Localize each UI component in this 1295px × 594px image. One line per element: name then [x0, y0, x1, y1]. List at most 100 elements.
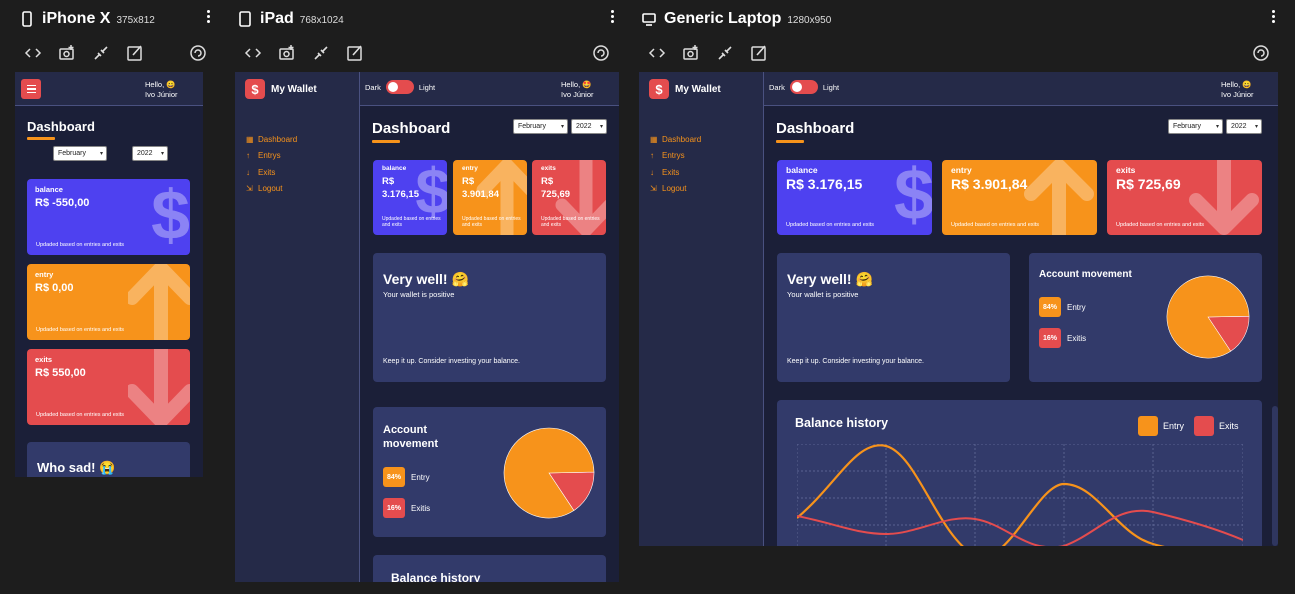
card-footnote: Updaded based on entries and exits: [36, 412, 125, 418]
theme-light-label: Light: [418, 82, 436, 92]
account-movement-box: Account movement 84% Entry 16% Exitis: [373, 407, 606, 537]
balance-history-title: Balance history: [795, 416, 889, 430]
screenshot-icon[interactable]: [58, 44, 76, 62]
theme-toggle[interactable]: Dark Light: [365, 80, 435, 94]
main-content: Dashboard February ▾ 2022 ▾ $ balance R$ 3.…: [360, 106, 619, 582]
arrow-down-icon: ↓: [246, 167, 250, 177]
balance-card: $ balance R$ 3.176,15 Updaded based on e…: [777, 160, 932, 235]
user-name: Ivo Júnior: [1221, 90, 1254, 99]
sidebar-item-entrys[interactable]: ↑ Entrys: [246, 148, 297, 165]
brand-name: My Wallet: [675, 83, 721, 95]
month-select[interactable]: February ▾: [1168, 119, 1223, 134]
card-footnote: Updaded based on entries and exits: [462, 216, 521, 228]
vertical-scrollbar[interactable]: [1272, 406, 1278, 546]
edit-icon[interactable]: [346, 44, 364, 62]
device-name: iPad: [260, 10, 294, 27]
ipad-viewport: $ My Wallet ▦ Dashboard ↑ Entrys ↓ Exits ⇲ L…: [235, 72, 619, 582]
theme-dark-label: Dark: [769, 82, 785, 92]
card-footnote: Updaded based on entries and exits: [36, 242, 125, 248]
message-subtitle: Your wallet is positive: [787, 290, 859, 299]
card-value: R$ 0,00: [35, 282, 74, 294]
card-footnote: Updaded based on entries and exits: [1116, 222, 1205, 228]
code-icon[interactable]: [24, 44, 42, 62]
screenshot-icon[interactable]: [278, 44, 296, 62]
message-title: Who sad! 😭: [37, 460, 116, 475]
legend-entry-label: Entry: [1067, 302, 1086, 312]
entry-line: [797, 444, 1165, 546]
account-pie-chart: [1166, 275, 1250, 359]
card-footnote: Updaded based on entries and exits: [382, 216, 441, 228]
page-title: Dashboard: [372, 120, 450, 143]
greeting-text: Hello, 😀: [1221, 80, 1252, 89]
more-options-icon[interactable]: [207, 10, 211, 24]
laptop-icon: [642, 13, 656, 26]
history-legend-entry: Entry: [1138, 416, 1184, 436]
rotate-icon[interactable]: [592, 44, 610, 62]
entry-card: entry R$ 3.901,84 Updaded based on entrie…: [453, 160, 527, 235]
entry-percent-badge: 84%: [1039, 297, 1061, 317]
arrow-down-icon: [128, 349, 190, 425]
main-content: Dashboard February ▾ 2022 ▾ $ balance R$ 3…: [764, 106, 1278, 546]
entry-card: entry R$ 3.901,84 Updaded based on entri…: [942, 160, 1097, 235]
device-panel-laptop: Generic Laptop 1280x950 $ My Wallet ▦ Das…: [630, 0, 1295, 594]
month-select[interactable]: February ▾: [513, 119, 568, 134]
sidebar-item-exits[interactable]: ↓ Exits: [246, 164, 297, 181]
exits-card: exits R$ 550,00 Updaded based on entries…: [27, 349, 190, 425]
year-select[interactable]: 2022 ▾: [571, 119, 607, 134]
rotate-icon[interactable]: [1252, 44, 1270, 62]
message-footer: Keep it up. Consider investing your bala…: [383, 358, 520, 365]
device-name: Generic Laptop: [664, 10, 782, 27]
exit-percent-badge: 16%: [1039, 328, 1061, 348]
link-icon[interactable]: [92, 44, 110, 62]
month-select[interactable]: February ▾: [53, 146, 107, 161]
card-value-currency: R$: [382, 176, 395, 187]
dollar-logo-icon: $: [245, 79, 265, 99]
top-bar: Dark Light Hello, 🤩 Ivo Júnior: [360, 72, 619, 106]
sidebar-item-dashboard[interactable]: ▦ Dashboard: [246, 131, 297, 148]
laptop-viewport: $ My Wallet ▦ Dashboard ↑ Entrys ↓ Exits ⇲ L…: [639, 72, 1278, 546]
message-box: Very well! 🤗 Your wallet is positive Kee…: [373, 253, 606, 382]
theme-light-label: Light: [822, 82, 840, 92]
sidebar-item-logout[interactable]: ⇲ Logout: [246, 181, 297, 198]
sidebar-menu: ▦ Dashboard ↑ Entrys ↓ Exits ⇲ Logout: [246, 131, 297, 197]
edit-icon[interactable]: [126, 44, 144, 62]
more-options-icon[interactable]: [1272, 10, 1276, 24]
more-options-icon[interactable]: [611, 10, 615, 24]
logout-icon: ⇲: [246, 184, 253, 194]
sidebar-item-dashboard[interactable]: ▦ Dashboard: [650, 131, 701, 148]
user-greeting: Hello, 🤩 Ivo Júnior: [561, 80, 594, 100]
device-size: 375x812: [116, 15, 155, 26]
theme-switch[interactable]: [789, 80, 818, 94]
device-toolbar: [648, 44, 768, 62]
arrow-up-icon: ↑: [246, 151, 250, 161]
entry-percent-badge: 84%: [383, 467, 405, 487]
link-icon[interactable]: [312, 44, 330, 62]
screenshot-icon[interactable]: [682, 44, 700, 62]
legend-exit-label: Exitis: [1067, 333, 1087, 343]
device-header: iPad 768x1024: [238, 8, 344, 30]
edit-icon[interactable]: [750, 44, 768, 62]
link-icon[interactable]: [716, 44, 734, 62]
account-pie-chart: [503, 427, 595, 519]
sidebar-item-exits[interactable]: ↓ Exits: [650, 164, 701, 181]
code-icon[interactable]: [244, 44, 262, 62]
theme-switch[interactable]: [385, 80, 414, 94]
sidebar-item-logout[interactable]: ⇲ Logout: [650, 181, 701, 198]
account-movement-title: Account movement: [383, 423, 438, 451]
rotate-icon[interactable]: [189, 44, 207, 62]
theme-toggle[interactable]: Dark Light: [769, 80, 839, 94]
legend-exit: 16% Exitis: [1039, 328, 1086, 348]
code-icon[interactable]: [648, 44, 666, 62]
year-select[interactable]: 2022 ▾: [1226, 119, 1262, 134]
sidebar-item-entrys[interactable]: ↑ Entrys: [650, 148, 701, 165]
message-box: Who sad! 😭: [27, 442, 190, 477]
history-legend-exits: Exits: [1194, 416, 1239, 436]
legend-exit-label: Exitis: [411, 503, 431, 513]
card-footnote: Updaded based on entries and exits: [786, 222, 875, 228]
device-header: iPhone X 375x812: [20, 8, 155, 30]
exits-card: exits R$ 725,69 Updaded based on entries…: [1107, 160, 1262, 235]
hamburger-menu-button[interactable]: [21, 79, 41, 99]
balance-history-chart: [797, 444, 1243, 546]
device-toolbar: [244, 44, 364, 62]
year-select[interactable]: 2022 ▾: [132, 146, 168, 161]
